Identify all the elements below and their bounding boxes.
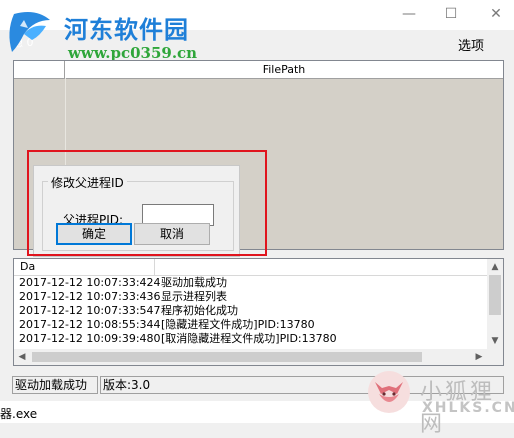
log-row[interactable]: 2017-12-12 10:07:33:547 程序初始化成功 (14, 304, 487, 318)
log-list[interactable]: Da 2017-12-12 10:07:33:424 驱动加载成功 2017-1… (13, 258, 504, 366)
scroll-up-icon[interactable]: ▲ (487, 259, 503, 275)
scrollbar-corner (487, 349, 503, 365)
log-row[interactable]: 2017-12-12 10:07:33:436 显示进程列表 (14, 290, 487, 304)
log-message: 显示进程列表 (161, 290, 227, 303)
vertical-scrollbar[interactable]: ▲ ▼ (487, 259, 503, 349)
exe-label: 器.exe (0, 407, 38, 421)
scroll-right-icon[interactable]: ▶ (471, 349, 487, 365)
horizontal-scrollbar[interactable]: ◀ ▶ (14, 349, 487, 365)
log-row[interactable]: 2017-12-12 10:07:33:424 驱动加载成功 (14, 276, 487, 290)
status-driver: 驱动加载成功 (12, 376, 98, 394)
log-time: 2017-12-12 10:08:55:344 (19, 318, 161, 331)
fox-watermark-url: XHLKS.CN (422, 400, 514, 416)
minimize-icon[interactable]: — (398, 4, 420, 24)
scroll-left-icon[interactable]: ◀ (14, 349, 30, 365)
log-time: 2017-12-12 10:07:33:547 (19, 304, 161, 317)
close-icon[interactable]: ✕ (485, 4, 507, 24)
log-message: [隐藏进程文件成功]PID:13780 (161, 318, 315, 331)
menu-item-options[interactable]: 选项 (458, 35, 484, 54)
log-message: 驱动加载成功 (161, 276, 227, 289)
log-row[interactable]: 2017-12-12 10:08:55:344 [隐藏进程文件成功]PID:13… (14, 318, 487, 332)
fox-watermark-icon (368, 371, 410, 413)
log-time: 2017-12-12 10:07:33:436 (19, 290, 161, 303)
horizontal-scroll-thumb[interactable] (32, 352, 422, 362)
log-header: Da (14, 259, 487, 276)
scroll-down-icon[interactable]: ▼ (487, 333, 503, 349)
highlight-frame (27, 150, 267, 256)
process-list-header: FilePath (14, 61, 503, 79)
log-time: 2017-12-12 10:09:39:480 (19, 332, 161, 345)
log-time: 2017-12-12 10:07:33:424 (19, 276, 161, 289)
column-header-date[interactable]: Da (20, 260, 35, 273)
log-message: [取消隐藏进程文件成功]PID:13780 (161, 332, 337, 345)
watermark-title: 河东软件园 (64, 15, 189, 44)
log-row[interactable]: 2017-12-12 10:09:39:480 [取消隐藏进程文件成功]PID:… (14, 332, 487, 346)
maximize-icon[interactable]: ☐ (440, 4, 462, 24)
column-divider (154, 259, 155, 275)
column-header-filepath[interactable]: FilePath (65, 61, 503, 78)
vertical-scroll-thumb[interactable] (489, 275, 501, 315)
column-header-empty[interactable] (14, 61, 65, 78)
log-message: 程序初始化成功 (161, 304, 238, 317)
watermark-logo-icon (9, 12, 50, 52)
